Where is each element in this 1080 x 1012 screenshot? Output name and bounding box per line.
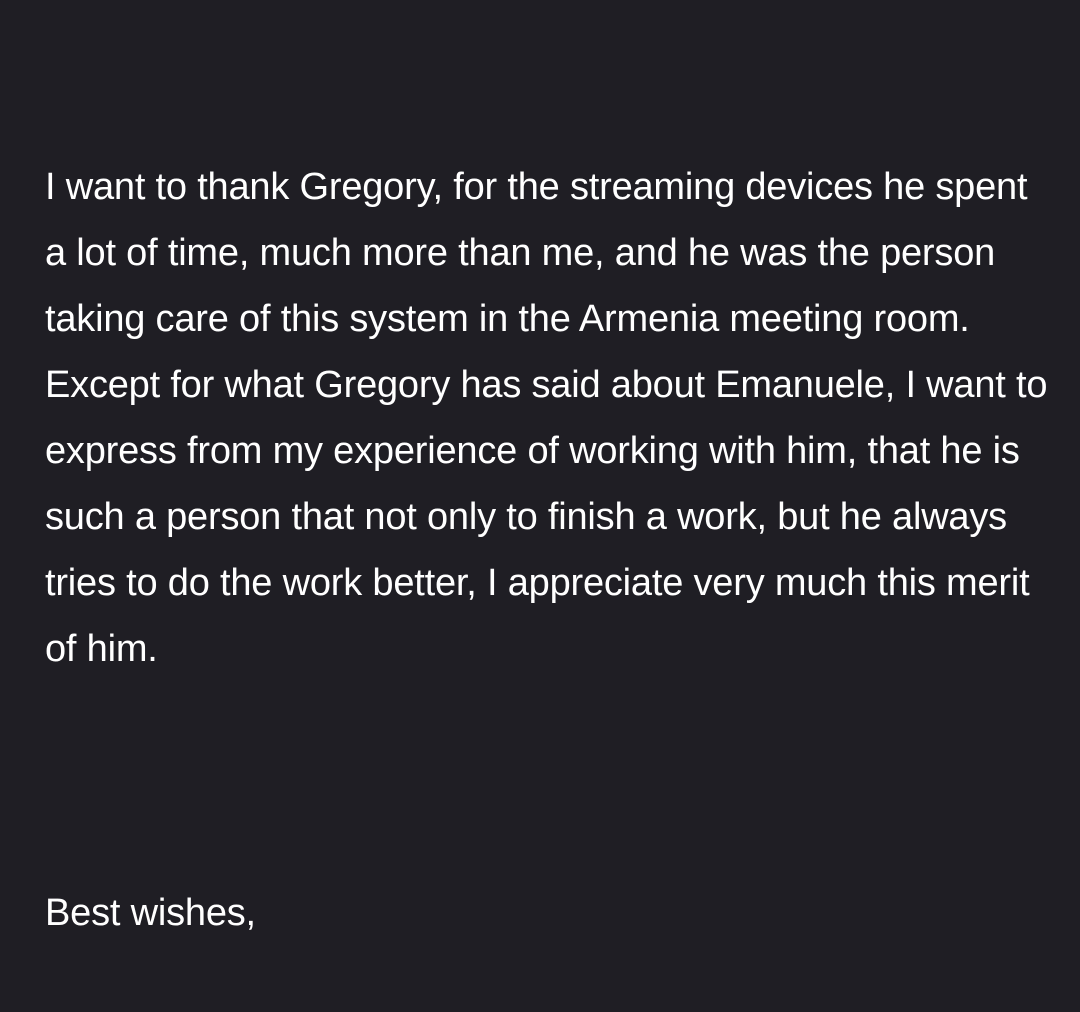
message-paragraph: I want to thank Gregory, for the streami… <box>45 166 1058 670</box>
message-body: I want to thank Gregory, for the streami… <box>45 22 1055 1012</box>
message-signoff: Best wishes, <box>45 892 256 934</box>
